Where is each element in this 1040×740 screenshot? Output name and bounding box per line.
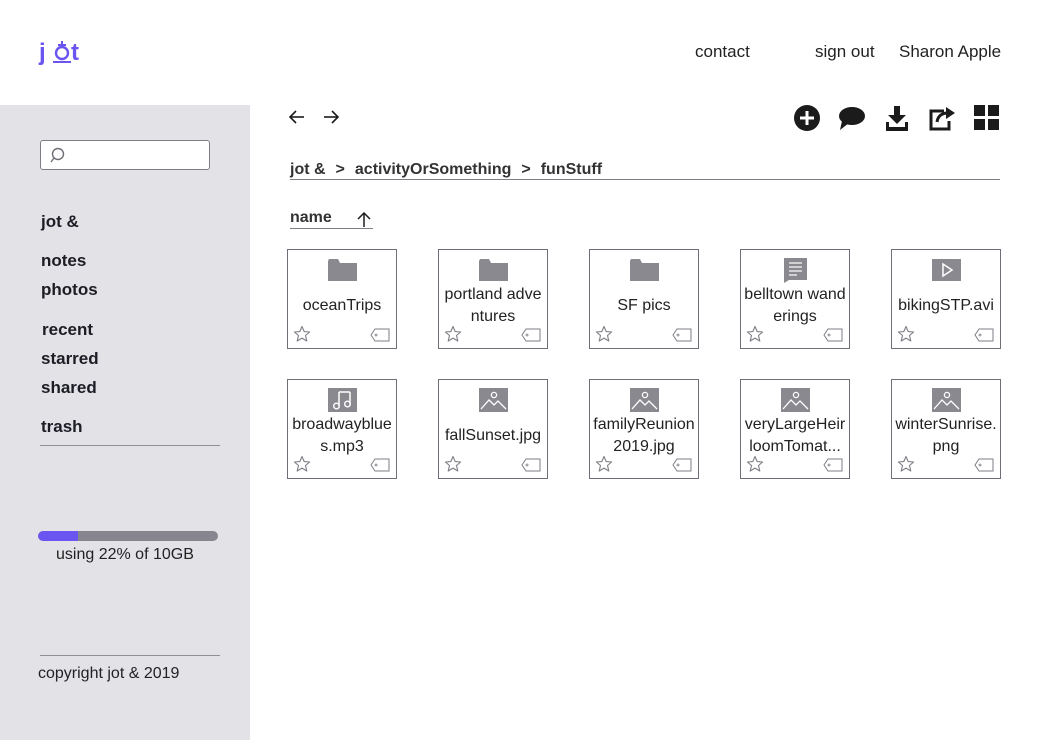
forward-arrow-icon[interactable] [321, 107, 341, 127]
folder-icon [478, 257, 509, 283]
sort-by-name-button[interactable]: name [290, 209, 373, 229]
tag-icon[interactable] [370, 328, 390, 342]
download-icon [886, 106, 908, 131]
star-icon[interactable] [293, 455, 311, 473]
document-icon [780, 257, 811, 283]
copyright-text: copyright jot & 2019 [38, 665, 180, 682]
file-name: portland adventures [444, 286, 542, 325]
svg-text:j: j [38, 39, 46, 66]
back-arrow-icon[interactable] [287, 107, 307, 127]
file-tile[interactable]: broadwayblues.mp3 [287, 379, 397, 479]
file-name: belltown wanderings [744, 286, 846, 325]
star-icon[interactable] [746, 455, 764, 473]
breadcrumb-item-root[interactable]: jot & [290, 161, 326, 179]
breadcrumb-item-current[interactable]: funStuff [541, 161, 602, 179]
contact-link[interactable]: contact [695, 42, 750, 62]
tag-icon[interactable] [672, 328, 692, 342]
file-name: bikingSTP.avi [898, 297, 994, 314]
image-icon [780, 387, 811, 413]
video-icon [931, 257, 962, 283]
grid-view-button[interactable] [972, 103, 1002, 133]
share-button[interactable] [927, 103, 957, 133]
file-name: broadwayblues.mp3 [292, 416, 392, 455]
star-icon[interactable] [595, 325, 613, 343]
file-tile[interactable]: belltown wanderings [740, 249, 850, 349]
comment-icon [839, 107, 865, 130]
tag-icon[interactable] [974, 458, 994, 472]
image-icon [629, 387, 660, 413]
star-icon[interactable] [746, 325, 764, 343]
sort-label: name [290, 209, 332, 226]
file-tile[interactable]: SF pics [589, 249, 699, 349]
file-name: veryLargeHeirloomTomat... [744, 416, 846, 455]
file-name: winterSunrise.png [895, 416, 997, 455]
folder-icon [629, 257, 660, 283]
file-tile[interactable]: portland adventures [438, 249, 548, 349]
file-name: familyReunion2019.jpg [593, 416, 695, 455]
sidebar-item-photos[interactable]: photos [41, 280, 98, 300]
add-button[interactable] [792, 103, 822, 133]
star-icon[interactable] [595, 455, 613, 473]
tag-icon[interactable] [823, 458, 843, 472]
folder-icon [327, 257, 358, 283]
tag-icon[interactable] [370, 458, 390, 472]
storage-usage-text: using 22% of 10GB [56, 546, 194, 563]
sidebar-item-starred[interactable]: starred [41, 349, 99, 369]
add-icon [794, 105, 820, 131]
sort-ascending-icon [357, 211, 371, 227]
sidebar-brand[interactable]: jot & [41, 212, 79, 232]
comment-button[interactable] [837, 103, 867, 133]
star-icon[interactable] [897, 325, 915, 343]
file-tile[interactable]: familyReunion2019.jpg [589, 379, 699, 479]
breadcrumb-separator: > [335, 161, 345, 178]
search-icon [50, 147, 65, 163]
jot-logo[interactable]: j t [38, 36, 88, 68]
storage-progress-bar [38, 531, 218, 541]
sidebar-item-notes[interactable]: notes [41, 251, 86, 271]
breadcrumb-separator: > [521, 161, 531, 178]
file-tile[interactable]: oceanTrips [287, 249, 397, 349]
tag-icon[interactable] [823, 328, 843, 342]
star-icon[interactable] [897, 455, 915, 473]
breadcrumb: jot & > activityOrSomething > funStuff [290, 161, 1000, 180]
file-tile[interactable]: fallSunset.jpg [438, 379, 548, 479]
storage-progress-fill [38, 531, 78, 541]
file-tile[interactable]: bikingSTP.avi [891, 249, 1001, 349]
file-name: oceanTrips [302, 297, 382, 314]
star-icon[interactable] [444, 325, 462, 343]
sidebar: jot & notes photos recent starred shared… [0, 105, 250, 740]
star-icon[interactable] [444, 455, 462, 473]
grid-view-icon [974, 105, 999, 130]
sidebar-footer-divider [40, 655, 220, 656]
share-icon [929, 107, 955, 131]
star-icon[interactable] [293, 325, 311, 343]
image-icon [478, 387, 509, 413]
tag-icon[interactable] [521, 458, 541, 472]
breadcrumb-item-activity[interactable]: activityOrSomething [355, 161, 511, 179]
file-tile[interactable]: winterSunrise.png [891, 379, 1001, 479]
sign-out-link[interactable]: sign out [815, 42, 875, 62]
download-button[interactable] [882, 103, 912, 133]
tag-icon[interactable] [974, 328, 994, 342]
search-input[interactable] [40, 140, 210, 170]
sidebar-item-recent[interactable]: recent [42, 320, 93, 340]
file-name: fallSunset.jpg [444, 427, 542, 444]
sidebar-item-shared[interactable]: shared [41, 378, 97, 398]
user-name[interactable]: Sharon Apple [899, 42, 1001, 62]
tag-icon[interactable] [521, 328, 541, 342]
svg-text:t: t [71, 39, 79, 66]
file-name: SF pics [617, 297, 671, 314]
image-icon [931, 387, 962, 413]
sidebar-item-trash[interactable]: trash [41, 417, 83, 437]
audio-icon [327, 387, 358, 413]
file-tile[interactable]: veryLargeHeirloomTomat... [740, 379, 850, 479]
tag-icon[interactable] [672, 458, 692, 472]
sidebar-divider [40, 445, 220, 446]
